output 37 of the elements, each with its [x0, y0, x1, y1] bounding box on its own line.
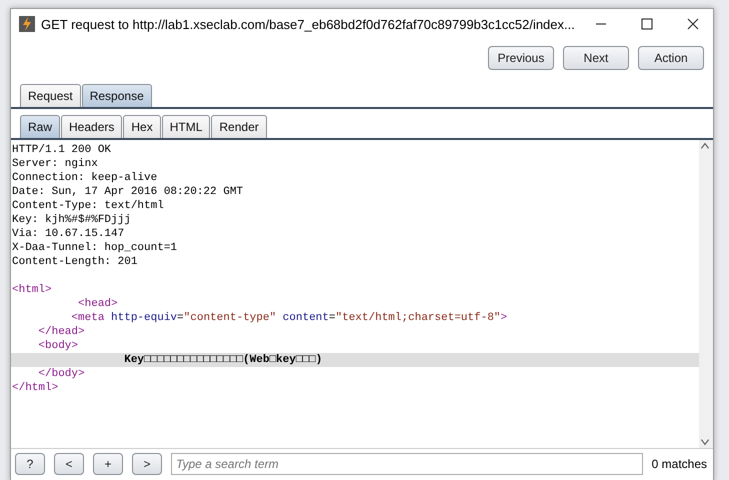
code-line: Key: kjh%#$#%FDjjj [11, 213, 132, 227]
code-line: Date: Sun, 17 Apr 2016 08:20:22 GMT [11, 185, 244, 199]
nav-button[interactable]: Next [563, 46, 629, 70]
code-line: Connection: keep-alive [11, 171, 158, 185]
code-line: Content-Type: text/html [11, 199, 165, 213]
code-line: <meta http-equiv="content-type" content="text/html;charset=utf-8"> [70, 311, 508, 325]
match-count: 0 matches [652, 457, 707, 471]
code-line: </html> [11, 381, 60, 395]
code-line: Via: 10.67.15.147 [11, 227, 126, 241]
code-line: X-Daa-Tunnel: hop_count=1 [11, 241, 178, 255]
code-line: <head> [77, 297, 119, 311]
scrollbar[interactable] [699, 140, 713, 448]
code-line: </body> [37, 367, 86, 381]
code-line: Content-Length: 201 [11, 255, 138, 269]
code-line: </head> [37, 325, 86, 339]
search-nav-button[interactable]: > [132, 453, 162, 475]
nav-button[interactable]: Action [638, 46, 704, 70]
tab[interactable]: Request [20, 84, 81, 107]
tab[interactable]: Hex [123, 115, 161, 138]
tab[interactable]: Headers [61, 115, 122, 138]
close-icon[interactable] [687, 18, 699, 30]
maximize-icon[interactable] [641, 18, 653, 30]
search-nav-button[interactable]: < [54, 453, 84, 475]
app-logo-icon [19, 16, 35, 32]
window-title: GET request to http://lab1.xseclab.com/base7_eb68bd2f0d762faf70c89799b3c1cc52/index... [41, 16, 575, 32]
code-line: Server: nginx [11, 157, 99, 171]
search-nav-button[interactable]: + [93, 453, 123, 475]
code-line: <body> [37, 339, 80, 353]
search-nav-button[interactable]: ? [15, 453, 45, 475]
tab[interactable]: Response [82, 84, 152, 107]
tab[interactable]: Raw [20, 115, 60, 138]
search-field[interactable]: Type a search term [171, 453, 643, 475]
nav-button[interactable]: Previous [488, 46, 554, 70]
code-line: <html> [11, 283, 53, 297]
code-line: HTTP/1.1 200 OK [11, 143, 112, 157]
tab[interactable]: Render [211, 115, 267, 138]
tab[interactable]: HTML [162, 115, 210, 138]
